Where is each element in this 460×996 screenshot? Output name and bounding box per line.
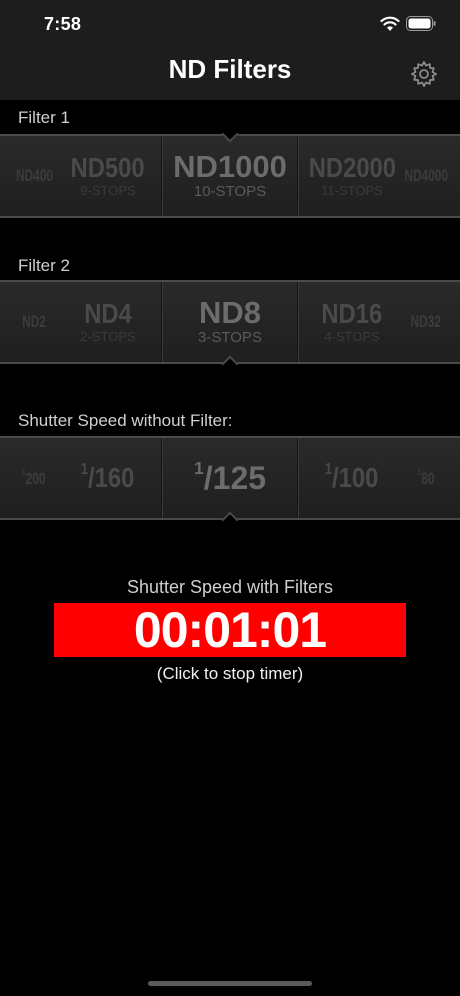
timer-button[interactable]: 00:01:01 [54, 602, 406, 658]
screen: 7:58 ND Filters Filter 1 ND400 ND500 9-S… [0, 0, 460, 996]
home-indicator[interactable] [148, 981, 312, 986]
shutter-selected-option[interactable]: 1/125 [163, 438, 297, 518]
filter2-picker[interactable]: ND2 ND4 2-STOPS ND8 3-STOPS ND16 4-STOPS… [0, 280, 460, 373]
option-label: ND32 [410, 311, 442, 331]
option-label: ND4 [84, 297, 132, 329]
fraction-denominator: 100 [339, 462, 379, 493]
gear-icon[interactable] [410, 60, 438, 88]
page-title: ND Filters [168, 54, 292, 84]
filter1-option[interactable]: ND500 9-STOPS [38, 136, 178, 216]
timer-value: 00:01:01 [133, 602, 327, 658]
filter1-label: Filter 1 [18, 108, 70, 127]
filter2-option[interactable]: ND32 [392, 282, 460, 362]
battery-icon [406, 16, 436, 31]
filter1-picker[interactable]: ND400 ND500 9-STOPS ND1000 10-STOPS ND20… [0, 125, 460, 218]
filter2-option[interactable]: ND4 2-STOPS [38, 282, 178, 362]
nav-bar: ND Filters [0, 48, 460, 100]
status-time: 7:58 [44, 14, 82, 34]
option-stops: 3-STOPS [198, 329, 262, 347]
filter1-option[interactable]: ND4000 [392, 136, 460, 216]
option-label: ND1000 [173, 149, 287, 185]
shutter-picker[interactable]: 1 200 1/160 1/125 1/100 1 80 [0, 436, 460, 529]
option-label: ND8 [198, 295, 261, 331]
option-stops: 2-STOPS [80, 328, 136, 344]
filter2-selected-option[interactable]: ND8 3-STOPS [163, 282, 297, 362]
option-label: ND16 [321, 297, 383, 329]
shutter-option[interactable]: 1/160 [38, 438, 178, 518]
option-stops: 10-STOPS [193, 183, 267, 201]
filter1-selected-option[interactable]: ND1000 10-STOPS [163, 136, 297, 216]
fraction-denominator: 80 [421, 468, 435, 488]
option-label: ND4000 [404, 165, 448, 185]
wifi-icon [380, 16, 400, 31]
option-label: ND500 [70, 151, 146, 183]
fraction-denominator: 125 [212, 460, 267, 496]
timer-hint: (Click to stop timer) [156, 664, 304, 683]
fraction-numerator: 1 [193, 458, 204, 478]
option-stops: 4-STOPS [324, 328, 380, 344]
filter2-label: Filter 2 [18, 256, 70, 275]
status-bar: 7:58 [0, 0, 460, 48]
option-label: ND2000 [308, 151, 396, 183]
option-stops: 9-STOPS [80, 182, 136, 198]
fraction-denominator: 160 [95, 462, 135, 493]
shutter-option[interactable]: 1 80 [392, 438, 460, 518]
result-label: Shutter Speed with Filters [126, 577, 334, 597]
shutter-label: Shutter Speed without Filter: [18, 411, 233, 430]
option-stops: 11-STOPS [321, 182, 383, 198]
